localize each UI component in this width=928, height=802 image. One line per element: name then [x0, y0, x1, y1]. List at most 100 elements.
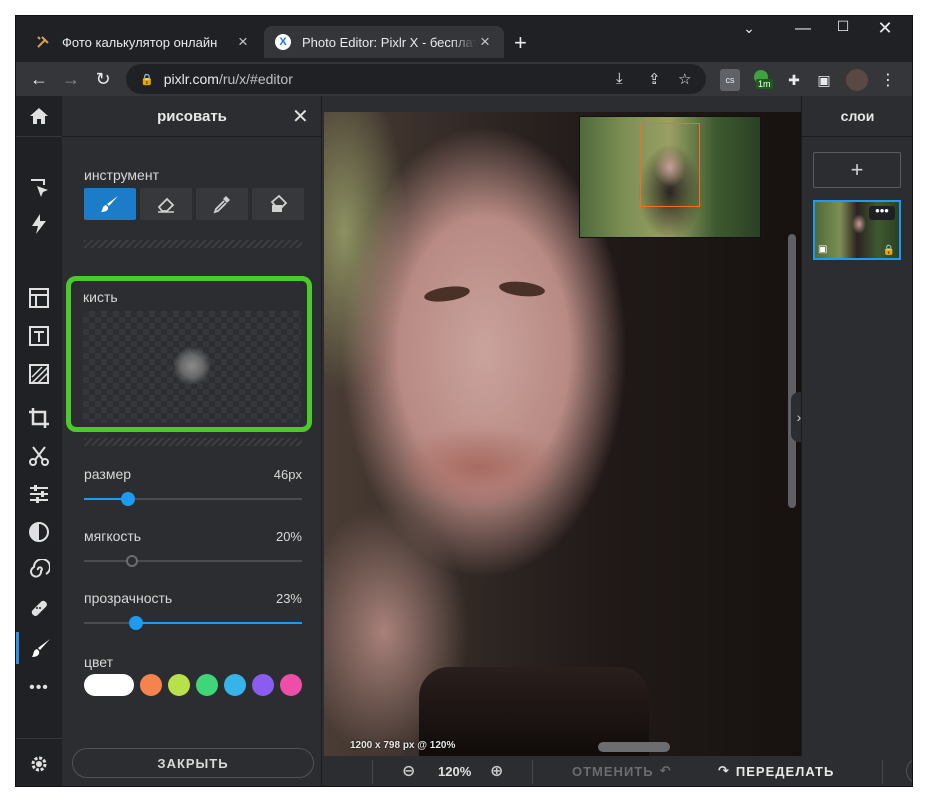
layer-thumbnail[interactable]: ••• ▣ 🔒 [813, 200, 901, 260]
partial-button[interactable] [906, 758, 912, 784]
settings-icon[interactable] [16, 748, 62, 780]
opacity-value: 23% [275, 591, 302, 606]
brush-icon [101, 196, 118, 212]
retouch-icon[interactable] [16, 592, 62, 624]
tab-pixlr-editor[interactable]: X Photo Editor: Pixlr X - бесплатный × [264, 26, 504, 58]
tab-title: Фото калькулятор онлайн [62, 34, 218, 50]
tab-photo-calculator[interactable]: Фото калькулятор онлайн × [24, 26, 262, 58]
undo-label: ОТМЕНИТЬ [572, 763, 654, 779]
color-swatch-lime[interactable] [168, 674, 190, 696]
side-panel-icon[interactable]: ▣ [814, 69, 834, 91]
image-layer-icon: ▣ [818, 244, 828, 255]
crop-icon[interactable] [16, 402, 62, 434]
maximize-button[interactable]: ☐ [828, 18, 858, 35]
zoom-out-icon[interactable]: ⊖ [402, 756, 416, 786]
adjust-icon[interactable] [16, 478, 62, 510]
browser-window: Фото калькулятор онлайн × X Photo Editor… [16, 16, 912, 786]
vertical-scrollbar[interactable] [788, 234, 796, 508]
close-window-button[interactable]: ✕ [870, 18, 900, 39]
chrome-menu-icon[interactable]: ⋮ [880, 69, 896, 91]
extension-badge-text: 1m [756, 79, 773, 89]
draw-icon[interactable] [16, 632, 62, 664]
new-tab-button[interactable]: + [514, 30, 527, 56]
cutout-icon[interactable] [16, 440, 62, 472]
back-button[interactable]: ← [26, 66, 52, 92]
navigator-minimap[interactable] [579, 116, 761, 238]
redo-button[interactable]: ↷ ПЕРЕДЕЛАТЬ [718, 756, 834, 786]
size-value: 46px [273, 467, 302, 482]
close-tab-icon[interactable]: × [234, 32, 252, 52]
tab-strip: Фото калькулятор онлайн × X Photo Editor… [16, 16, 912, 62]
color-swatch-green[interactable] [196, 674, 218, 696]
profile-avatar[interactable] [846, 69, 868, 91]
opacity-label: прозрачность [84, 590, 173, 606]
section-divider [84, 240, 302, 248]
color-swatch-orange[interactable] [140, 674, 162, 696]
fill-bucket-icon [270, 194, 288, 212]
liquify-icon[interactable] [16, 554, 62, 586]
filter-icon[interactable] [16, 516, 62, 548]
extension-badge-icon[interactable]: 1m [752, 69, 776, 91]
pattern-icon[interactable] [16, 358, 62, 390]
brush-preview-highlight: кисть [66, 276, 312, 432]
eraser-tool-button[interactable] [140, 188, 192, 220]
tool-label: инструмент [84, 167, 159, 183]
lock-icon[interactable]: 🔒 [883, 245, 895, 256]
brush-tip-preview [173, 347, 211, 385]
fill-tool-button[interactable] [252, 188, 304, 220]
address-path: /ru/x/#editor [218, 71, 293, 87]
install-app-icon[interactable]: ⤓ [616, 70, 623, 87]
more-icon[interactable]: ••• [16, 672, 62, 704]
navigator-viewport-frame[interactable] [640, 123, 700, 207]
softness-label: мягкость [84, 528, 142, 544]
forward-button[interactable]: → [58, 66, 84, 92]
color-swatch-blue[interactable] [224, 674, 246, 696]
brush-preview[interactable] [83, 311, 301, 423]
zoom-level[interactable]: 120% [438, 756, 471, 786]
left-toolbar: ••• [16, 96, 62, 786]
browser-toolbar: ← → ↻ 🔒 pixlr.com /ru/x/#editor ⤓ ⇪ ☆ cs… [16, 62, 912, 96]
text-icon[interactable] [16, 320, 62, 352]
layer-options-icon[interactable]: ••• [869, 204, 895, 220]
opacity-slider[interactable] [84, 616, 302, 630]
arrange-icon[interactable] [16, 172, 62, 204]
layout-icon[interactable] [16, 282, 62, 314]
color-swatch-white[interactable] [84, 674, 134, 696]
close-panel-icon[interactable]: ✕ [292, 104, 309, 129]
layers-panel: слои + ••• ▣ 🔒 [801, 96, 912, 786]
cs-extension-icon[interactable]: cs [720, 69, 740, 91]
color-label: цвет [84, 654, 114, 670]
extensions-puzzle-icon[interactable]: ✚ [784, 69, 804, 91]
color-swatch-purple[interactable] [252, 674, 274, 696]
close-button[interactable]: ЗАКРЫТЬ [72, 748, 314, 778]
layers-title: слои [840, 108, 875, 124]
brush-tool-button[interactable] [84, 188, 136, 220]
portrait-eye [423, 283, 471, 305]
reload-button[interactable]: ↻ [90, 66, 116, 92]
brush-label: кисть [83, 289, 118, 305]
redo-label: ПЕРЕДЕЛАТЬ [735, 763, 835, 779]
portrait-eye [498, 279, 546, 299]
close-tab-icon[interactable]: × [476, 32, 494, 52]
home-icon[interactable] [16, 100, 62, 132]
horizontal-scrollbar[interactable] [598, 742, 670, 752]
color-swatch-pink[interactable] [280, 674, 302, 696]
draw-panel: рисовать ✕ инструмент кисть размер 46px … [62, 96, 322, 786]
size-slider[interactable] [84, 492, 302, 506]
minimize-button[interactable]: — [788, 20, 818, 38]
redo-icon: ↷ [718, 763, 730, 778]
undo-icon: ↶ [659, 763, 672, 778]
share-icon[interactable]: ⇪ [648, 70, 661, 88]
softness-value: 20% [275, 529, 302, 544]
bookmark-star-icon[interactable]: ☆ [678, 70, 691, 88]
add-layer-button[interactable]: + [813, 152, 901, 188]
panel-title: рисовать [157, 108, 227, 125]
pixlr-x-icon: X [274, 33, 292, 51]
undo-button[interactable]: ОТМЕНИТЬ ↶ [572, 756, 671, 786]
tab-search-icon[interactable]: ⌄ [734, 20, 764, 37]
color-picker-tool-button[interactable] [196, 188, 248, 220]
softness-slider[interactable] [84, 554, 302, 568]
zoom-in-icon[interactable]: ⊕ [490, 756, 504, 786]
section-divider [84, 438, 302, 446]
auto-fix-icon[interactable] [16, 208, 62, 240]
